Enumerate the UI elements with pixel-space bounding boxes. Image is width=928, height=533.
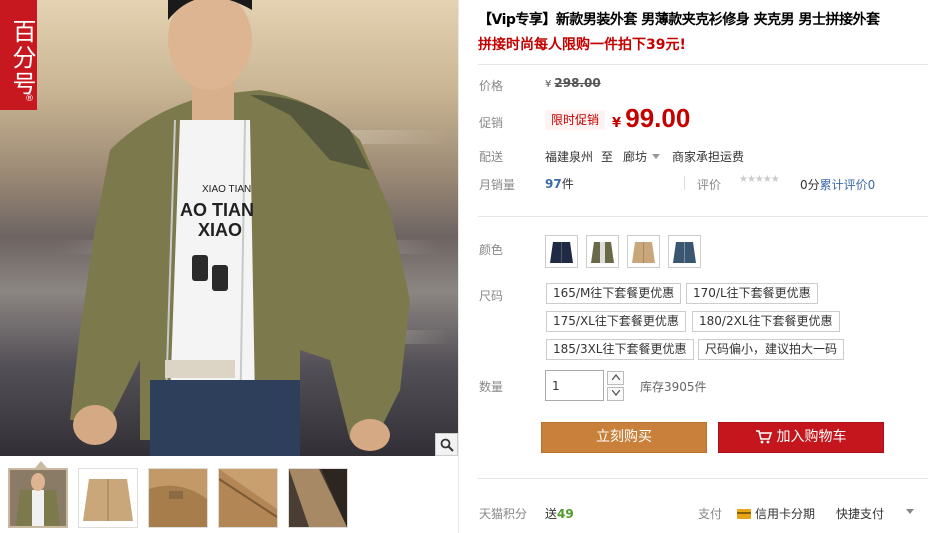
jacket-print-text: XIAO TIAN AO TIAN XIAO [180, 180, 254, 240]
thumbnail-3[interactable] [148, 468, 208, 528]
destination-dropdown[interactable]: 廊坊 [623, 148, 661, 165]
ship-from: 福建泉州 [545, 150, 594, 164]
jacket-army-green-icon [591, 242, 614, 263]
thumbnail-2[interactable] [78, 468, 138, 528]
rating-label: 评价 [697, 178, 722, 192]
divider [478, 216, 928, 217]
credit-card-icon [737, 509, 751, 519]
thumbnail-image [149, 469, 207, 527]
size-option-170[interactable]: 170/L往下套餐更优惠 [686, 283, 818, 304]
chevron-up-icon [610, 373, 621, 381]
print-line-3: XIAO [198, 220, 243, 240]
buy-now-button[interactable]: 立刻购买 [541, 422, 707, 453]
print-line-1: XIAO TIAN [202, 184, 252, 195]
active-thumbnail-indicator [35, 461, 47, 468]
chevron-down-icon[interactable] [906, 509, 914, 514]
promo-line: 拼接时尚每人限购一件拍下39元! [478, 37, 686, 53]
add-to-cart-label: 加入购物车 [776, 429, 847, 445]
color-label: 颜色 [479, 243, 504, 257]
thumbnail-5[interactable] [288, 468, 348, 528]
size-option-size-note[interactable]: 尺码偏小，建议拍大一码 [698, 339, 845, 360]
credit-installment-label: 信用卡分期 [755, 507, 816, 521]
size-option-185[interactable]: 185/3XL往下套餐更优惠 [546, 339, 694, 360]
destination-value: 廊坊 [623, 150, 648, 164]
quantity-increase-button[interactable] [607, 371, 624, 385]
thumbnail-image [289, 469, 347, 527]
divider [478, 64, 928, 65]
magnifier-icon [440, 438, 454, 452]
quantity-label: 数量 [479, 380, 504, 394]
original-price: ¥298.00 [545, 76, 601, 90]
separator [684, 176, 685, 190]
promotion-label: 促销 [479, 116, 504, 130]
print-line-2: AO TIAN [180, 200, 254, 220]
size-option-180[interactable]: 180/2XL往下套餐更优惠 [692, 311, 840, 332]
panel-divider [458, 0, 459, 533]
jacket-navy-icon [550, 242, 573, 263]
quantity-input[interactable] [545, 370, 604, 401]
monthly-sales: 97件 [545, 175, 574, 192]
product-title: 【Vip专享】新款男装外套 男薄款夹克衫修身 夹克男 男士拼接外套 [478, 12, 880, 28]
sales-count: 97 [545, 177, 562, 191]
thumbnail-image [219, 469, 277, 527]
rating-score: 0分 [800, 178, 820, 192]
sales-unit: 件 [561, 177, 574, 191]
star-rating-icon: ★★★★★ [739, 174, 780, 185]
add-to-cart-button[interactable]: 加入购物车 [718, 422, 884, 453]
color-swatch-khaki[interactable] [627, 235, 660, 268]
reviews-link[interactable]: 累计评价0 [820, 178, 876, 192]
rating-summary: 0分累计评价0 [800, 176, 875, 193]
price-label: 价格 [479, 79, 504, 93]
sale-price-value: 99.00 [625, 103, 691, 133]
currency-symbol: ¥ [545, 79, 552, 90]
shipping-fee-note: 商家承担运费 [672, 150, 745, 164]
tmall-points-label: 天猫积分 [479, 507, 528, 521]
zoom-button[interactable] [435, 433, 458, 456]
thumbnail-image [10, 470, 66, 526]
chevron-down-icon [652, 154, 661, 159]
points-prefix: 送 [545, 507, 558, 521]
payment-label: 支付 [698, 507, 723, 521]
thumbnail-4[interactable] [218, 468, 278, 528]
credit-installment-option[interactable]: 信用卡分期 [737, 505, 815, 522]
chevron-down-icon [610, 389, 621, 397]
color-swatch-navy[interactable] [545, 235, 578, 268]
delivery-label: 配送 [479, 150, 504, 164]
sale-price: ¥ 99.00 [612, 103, 690, 134]
registered-mark: ® [25, 94, 34, 104]
points-value: 49 [557, 507, 574, 521]
stock-count: 库存3905件 [640, 380, 707, 394]
size-option-175[interactable]: 175/XL往下套餐更优惠 [546, 311, 686, 332]
jacket-denim-blue-icon [673, 242, 696, 263]
quick-pay-option[interactable]: 快捷支付 [836, 505, 884, 522]
monthly-sales-label: 月销量 [479, 178, 516, 192]
currency-symbol: ¥ [612, 116, 622, 131]
divider [478, 478, 928, 479]
color-swatch-denim-blue[interactable] [668, 235, 701, 268]
thumbnail-1[interactable] [8, 468, 68, 528]
jacket-khaki-icon [632, 242, 655, 263]
thumbnail-image [79, 469, 137, 527]
original-price-value: 298.00 [554, 76, 601, 90]
color-swatch-army-green[interactable] [586, 235, 619, 268]
limited-promo-badge: 限时促销 [545, 110, 606, 130]
quantity-decrease-button[interactable] [607, 387, 624, 401]
size-label: 尺码 [479, 289, 504, 303]
tmall-points: 送49 [545, 505, 574, 522]
ship-to-word: 至 [601, 150, 614, 164]
shopping-cart-icon [755, 430, 772, 444]
main-product-image[interactable]: XIAO TIAN AO TIAN XIAO 百分号 ® [0, 0, 458, 456]
size-option-165[interactable]: 165/M往下套餐更优惠 [546, 283, 682, 304]
